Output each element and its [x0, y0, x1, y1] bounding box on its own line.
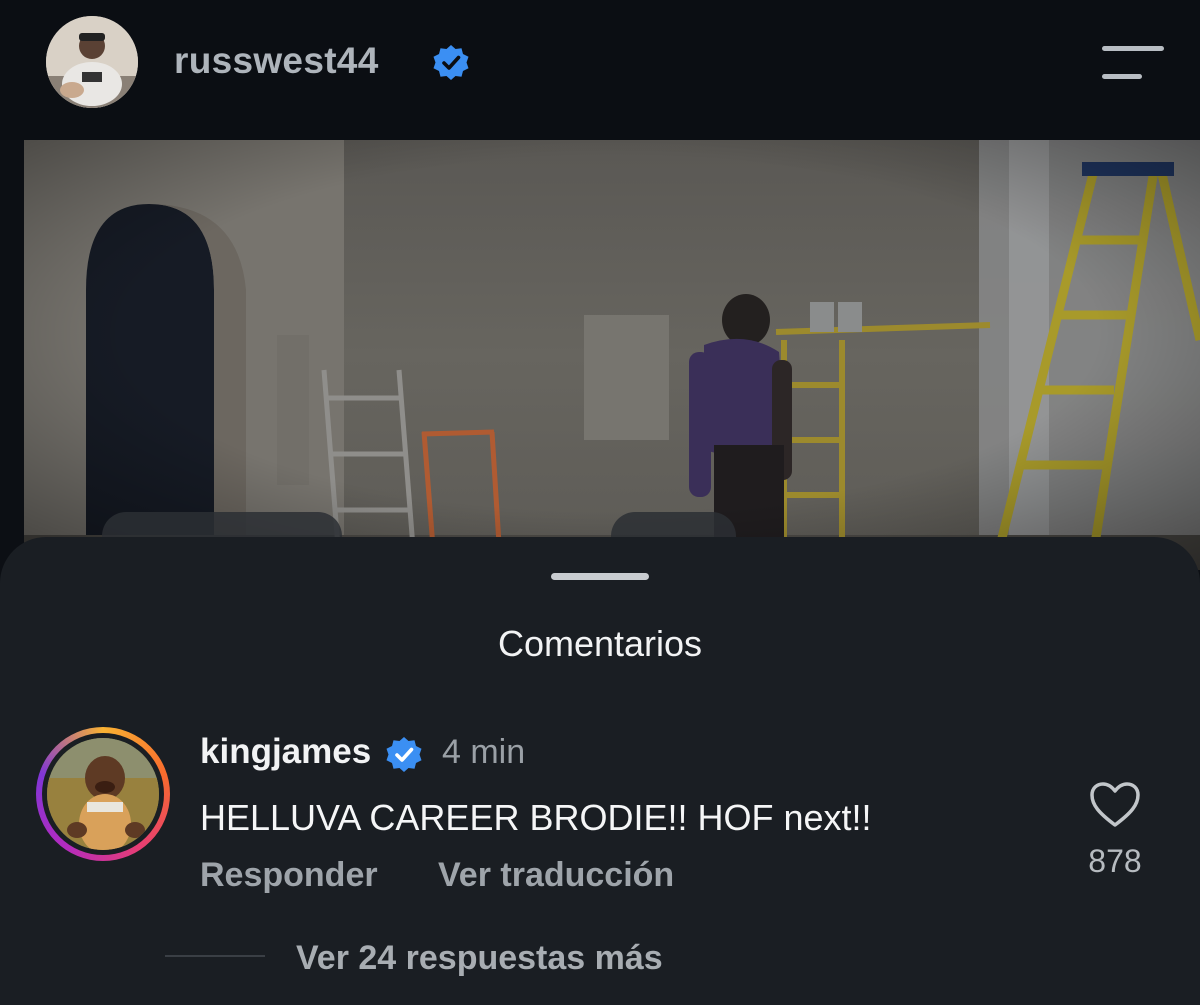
- like-count: 878: [1088, 843, 1142, 879]
- comment-timestamp: 4 min: [442, 733, 526, 771]
- verified-badge-icon: [433, 45, 469, 80]
- heart-icon[interactable]: [1089, 781, 1141, 829]
- commenter-username[interactable]: kingjames: [200, 732, 371, 772]
- view-more-replies-button[interactable]: Ver 24 respuestas más: [296, 939, 663, 978]
- instagram-post-screen: russwest44 Comentarios kingjames 4 min H…: [0, 0, 1200, 1005]
- comments-sheet: Comentarios kingjames 4 min HELLUVA CARE…: [0, 537, 1200, 1005]
- post-header: russwest44: [0, 0, 1200, 140]
- see-translation-button[interactable]: Ver traducción: [438, 856, 674, 895]
- replies-divider: [165, 955, 265, 957]
- sheet-title: Comentarios: [497, 623, 703, 664]
- sheet-drag-handle[interactable]: [551, 573, 649, 580]
- profile-username[interactable]: russwest44: [174, 40, 379, 82]
- comment-text: HELLUVA CAREER BRODIE!! HOF next!!: [200, 797, 872, 838]
- post-video[interactable]: [24, 140, 1200, 570]
- verified-badge-icon: [386, 737, 422, 772]
- hamburger-menu-icon[interactable]: [1098, 44, 1166, 84]
- profile-avatar[interactable]: [46, 16, 138, 108]
- commenter-avatar[interactable]: [36, 727, 170, 861]
- reply-button[interactable]: Responder: [200, 856, 378, 895]
